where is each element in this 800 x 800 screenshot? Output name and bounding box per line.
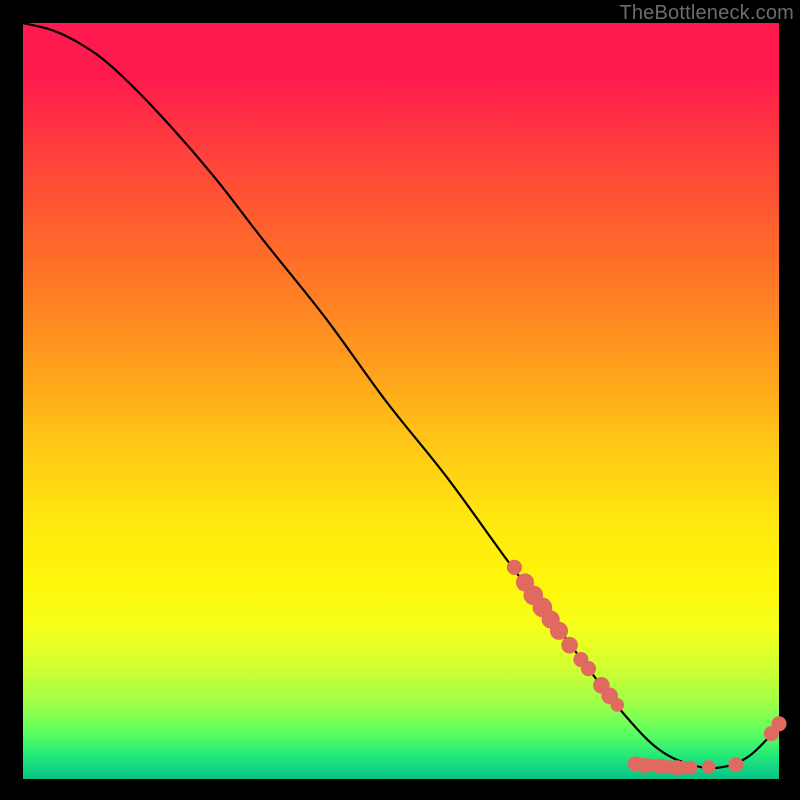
scatter-dot: [561, 637, 578, 654]
chart-svg: [23, 23, 779, 779]
scatter-dot: [550, 622, 568, 640]
chart-container: TheBottleneck.com: [0, 0, 800, 800]
scatter-dot: [728, 757, 743, 772]
scatter-dot: [771, 716, 786, 731]
scatter-dot: [702, 760, 716, 774]
scatter-dot: [610, 698, 624, 712]
scatter-dots: [507, 560, 787, 775]
scatter-dot: [684, 761, 698, 775]
watermark-text: TheBottleneck.com: [619, 2, 794, 25]
bottleneck-curve: [23, 23, 779, 768]
scatter-dot: [507, 560, 522, 575]
plot-area: [23, 23, 779, 779]
scatter-dot: [581, 661, 596, 676]
